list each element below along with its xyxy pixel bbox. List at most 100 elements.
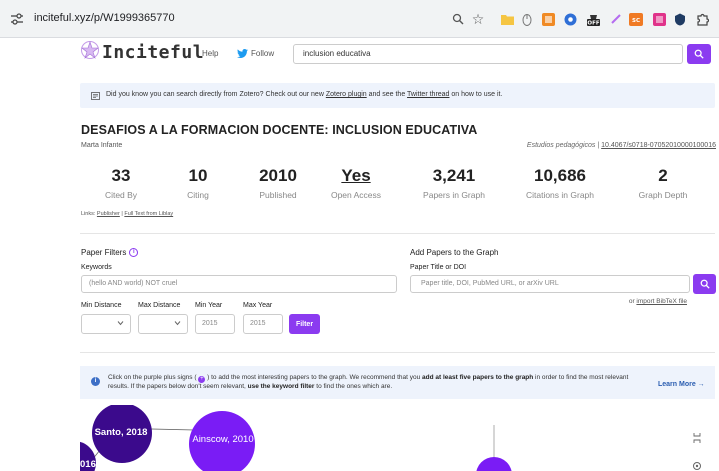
- search-button[interactable]: [687, 44, 711, 64]
- stat-value: 2010: [259, 166, 297, 185]
- follow-label: Follow: [251, 49, 275, 58]
- stat-label: Citations in Graph: [525, 190, 595, 200]
- info-icon: i: [91, 377, 100, 386]
- pointer-extension-icon[interactable]: [519, 11, 535, 27]
- graph-node-label: Santo, 2018: [95, 427, 148, 438]
- address-bar-url[interactable]: inciteful.xyz/p/W1999365770: [34, 12, 175, 24]
- logo-text[interactable]: Inciteful: [102, 42, 204, 63]
- paper-author: Marta Infante: [81, 142, 123, 149]
- filters-title-text: Paper Filters: [81, 248, 127, 257]
- doi-link[interactable]: 10.4067/s0718-07052010000100016: [601, 142, 716, 149]
- graph-canvas[interactable]: Santo, 2018 Ainscow, 2010 016: [80, 405, 719, 471]
- settings-icon[interactable]: [693, 462, 701, 470]
- folder-extension-icon[interactable]: [499, 11, 515, 27]
- stat-label: Graph Depth: [638, 190, 688, 200]
- min-year-value: 2015: [202, 320, 218, 327]
- graph-node-label: 016: [80, 459, 96, 470]
- svg-text:OFF: OFF: [587, 20, 599, 26]
- section-divider: [80, 352, 715, 353]
- pen-extension-icon[interactable]: [608, 11, 624, 27]
- zoom-icon[interactable]: [450, 11, 466, 27]
- search-input-value: inclusion educativa: [303, 49, 371, 58]
- guide-text-part: to find the ones which are.: [314, 383, 393, 390]
- search-icon: [700, 279, 710, 289]
- publisher-link[interactable]: Publisher: [97, 211, 120, 217]
- orange-extension-icon[interactable]: [540, 11, 556, 27]
- stat-citing[interactable]: 10 Citing: [172, 166, 224, 200]
- site-settings-icon[interactable]: [10, 13, 24, 25]
- stat-papers-in-graph: 3,241 Papers in Graph: [416, 166, 492, 200]
- add-paper-placeholder: Paper title, DOI, PubMed URL, or arXiv U…: [421, 280, 559, 287]
- stat-label: Cited By: [104, 190, 138, 200]
- keywords-label: Keywords: [81, 264, 112, 271]
- paper-journal-doi: Estudios pedagógicos | 10.4067/s0718-070…: [527, 142, 716, 149]
- graph-node-label: Ainscow, 2010: [192, 434, 253, 445]
- shield-extension-icon[interactable]: [672, 11, 688, 27]
- journal-name: Estudios pedagógicos: [526, 142, 596, 149]
- paper-title-doi-label: Paper Title or DOI: [410, 264, 467, 271]
- stat-value: 10,686: [534, 166, 586, 185]
- journal-separator: |: [597, 142, 600, 149]
- import-bibtex-line: or import BibTeX file: [629, 298, 687, 305]
- pink-extension-icon[interactable]: [651, 11, 667, 27]
- twitter-thread-link[interactable]: Twitter thread: [407, 91, 449, 98]
- min-year-label: Min Year: [195, 302, 223, 309]
- stat-published: 2010 Published: [250, 166, 306, 200]
- plus-icon: +: [198, 376, 206, 383]
- zotero-plugin-link[interactable]: Zotero plugin: [326, 91, 367, 98]
- links-prefix: Links:: [81, 211, 97, 217]
- section-divider: [80, 233, 715, 234]
- guide-text-part: Click on the purple plus signs (: [108, 374, 197, 381]
- graph-node[interactable]: [476, 457, 512, 471]
- stat-value: 33: [111, 166, 131, 185]
- stat-value: 3,241: [432, 166, 476, 185]
- stat-label: Citing: [187, 190, 209, 200]
- notice-text-part: and see the: [366, 91, 408, 98]
- extensions-puzzle-icon[interactable]: [694, 11, 710, 27]
- fullscreen-icon[interactable]: [693, 433, 701, 443]
- full-text-link[interactable]: Full Text from Liblay: [124, 211, 173, 217]
- stat-label: Papers in Graph: [423, 190, 485, 200]
- chevron-down-icon: [117, 321, 124, 326]
- paper-title: DESAFIOS A LA FORMACION DOCENTE: INCLUSI…: [81, 123, 478, 137]
- filters-info-icon[interactable]: i: [129, 248, 139, 257]
- add-paper-search-button[interactable]: [693, 274, 716, 294]
- stat-citations-in-graph: 10,686 Citations in Graph: [518, 166, 602, 200]
- learn-more-link[interactable]: Learn More →: [658, 381, 705, 388]
- import-bibtex-link[interactable]: import BibTeX file: [636, 298, 687, 305]
- twitter-bird-icon: [237, 49, 248, 58]
- max-year-label: Max Year: [243, 302, 273, 309]
- bookmark-star-icon[interactable]: ☆: [470, 11, 486, 27]
- stat-label: Published: [259, 190, 297, 200]
- nav-follow-link[interactable]: Follow: [237, 49, 274, 58]
- guide-bold: use the keyword filter: [247, 383, 315, 390]
- notice-text-part: on how to use it.: [449, 91, 503, 98]
- nav-help-link[interactable]: Help: [202, 49, 218, 58]
- stat-value: 2: [658, 166, 668, 185]
- blue-gear-extension-icon[interactable]: [562, 11, 578, 27]
- guide-bold: add at least five papers to the graph: [422, 374, 534, 381]
- stat-label: Open Access: [330, 190, 382, 200]
- notice-text: Did you know you can search directly fro…: [106, 91, 502, 98]
- inciteful-logo-icon[interactable]: [80, 40, 100, 60]
- svg-text:SC: SC: [632, 18, 640, 24]
- sc-extension-icon[interactable]: SC: [628, 11, 644, 27]
- filter-button[interactable]: Filter: [289, 314, 320, 334]
- max-distance-label: Max Distance: [138, 302, 181, 309]
- stat-open-access[interactable]: Yes Open Access: [324, 166, 388, 200]
- guide-text-part: ) to add the most interesting papers to …: [207, 374, 422, 381]
- notice-text-part: Did you know you can search directly fro…: [106, 91, 326, 98]
- add-papers-title: Add Papers to the Graph: [410, 248, 499, 257]
- off-extension-icon[interactable]: OFF: [585, 11, 601, 27]
- paper-links: Links: Publisher | Full Text from Liblay: [81, 211, 173, 217]
- news-icon: [91, 92, 100, 100]
- stat-cited-by[interactable]: 33 Cited By: [95, 166, 147, 200]
- stat-value: 10: [188, 166, 208, 185]
- search-icon: [694, 49, 704, 59]
- stat-graph-depth: 2 Graph Depth: [628, 166, 698, 200]
- min-distance-label: Min Distance: [81, 302, 122, 309]
- guide-text: Click on the purple plus signs ( + ) to …: [108, 374, 643, 392]
- paper-filters-title: Paper Filters i: [81, 248, 139, 257]
- stat-value: Yes: [341, 166, 371, 185]
- citation-graph[interactable]: Santo, 2018 Ainscow, 2010 016: [80, 405, 719, 471]
